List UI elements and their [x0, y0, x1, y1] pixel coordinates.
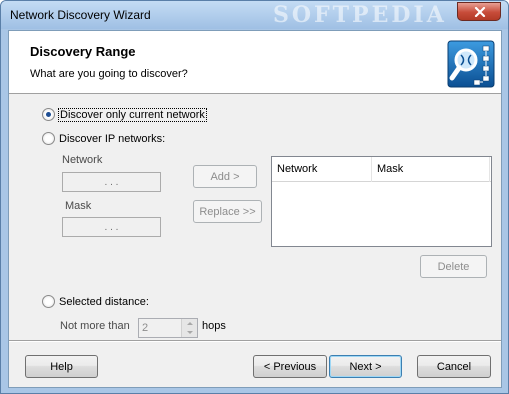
close-button[interactable] — [457, 2, 501, 21]
hops-value: 2 — [142, 322, 149, 334]
network-ip-input[interactable]: . . . — [62, 172, 161, 192]
radio-current-network-label: Discover only current network — [58, 107, 207, 122]
radio-ip-networks-label: Discover IP networks: — [59, 132, 166, 145]
wizard-client-area: Discovery Range What are you going to di… — [8, 30, 502, 388]
radio-button[interactable] — [42, 295, 55, 308]
radio-selected-distance-label: Selected distance: — [59, 295, 149, 308]
page-title: Discovery Range — [30, 44, 136, 59]
network-discovery-icon — [447, 40, 495, 88]
mask-label: Mask — [65, 200, 92, 212]
previous-button[interactable]: < Previous — [253, 355, 327, 378]
wizard-header: Discovery Range What are you going to di… — [9, 31, 501, 94]
next-button[interactable]: Next > — [329, 355, 402, 378]
radio-button-checked[interactable] — [42, 108, 55, 121]
radio-current-network[interactable]: Discover only current network — [42, 107, 207, 122]
window-title: Network Discovery Wizard — [10, 8, 151, 22]
watermark: SOFTPEDIA — [273, 2, 447, 28]
radio-button[interactable] — [42, 132, 55, 145]
network-list[interactable]: Network Mask — [271, 156, 492, 247]
column-header-mask[interactable]: Mask — [372, 157, 490, 182]
add-button[interactable]: Add > — [193, 165, 257, 188]
spinner-up-button[interactable] — [181, 319, 197, 328]
page-subtitle: What are you going to discover? — [30, 68, 188, 80]
mask-ip-value: . . . — [104, 221, 119, 233]
network-ip-value: . . . — [104, 176, 119, 188]
column-header-network[interactable]: Network — [272, 157, 372, 182]
cancel-button[interactable]: Cancel — [417, 355, 491, 378]
wizard-window: Network Discovery Wizard SOFTPEDIA Disco… — [0, 0, 509, 394]
replace-button[interactable]: Replace >> — [193, 200, 262, 223]
network-label: Network — [62, 154, 103, 166]
close-icon — [474, 7, 486, 17]
spinner-down-button[interactable] — [181, 328, 197, 337]
hops-spinner[interactable]: 2 — [138, 318, 198, 338]
mask-ip-input[interactable]: . . . — [62, 217, 161, 237]
radio-ip-networks[interactable]: Discover IP networks: — [42, 132, 165, 145]
help-button[interactable]: Help — [25, 355, 98, 378]
not-more-than-label: Not more than — [60, 320, 130, 332]
footer-divider — [9, 340, 501, 342]
hops-label: hops — [202, 320, 226, 332]
radio-selected-distance[interactable]: Selected distance: — [42, 295, 149, 308]
network-list-header: Network Mask — [272, 157, 491, 182]
delete-button[interactable]: Delete — [420, 255, 487, 278]
spinner-buttons — [181, 319, 197, 337]
title-bar[interactable]: Network Discovery Wizard SOFTPEDIA — [1, 1, 508, 29]
